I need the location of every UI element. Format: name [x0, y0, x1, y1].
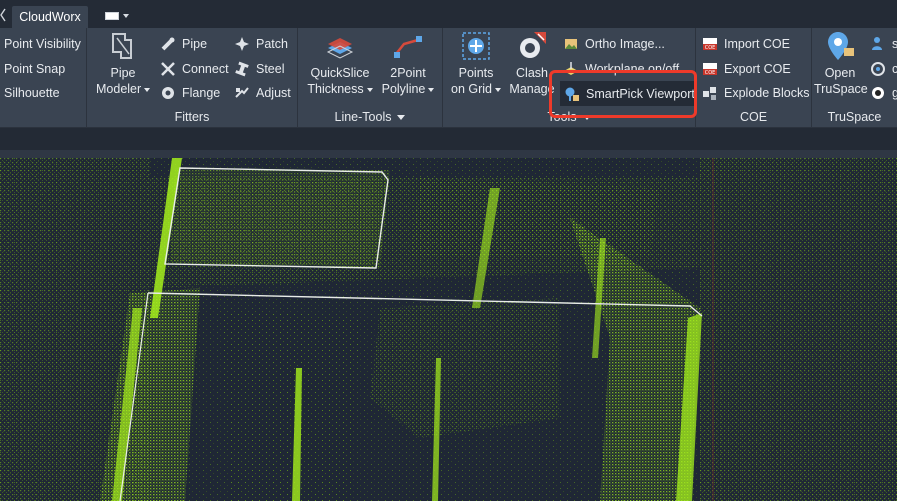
2point-polyline-button[interactable]: 2Point Polyline — [380, 30, 436, 97]
adjust-icon — [235, 87, 249, 98]
point-snap-label: Point Snap — [4, 62, 66, 76]
capture-icon — [871, 62, 885, 76]
explode-blocks-button[interactable]: Explode Blocks — [702, 83, 809, 103]
chevron-down-icon — [397, 115, 406, 121]
truspace-tool-3-label: g — [892, 86, 897, 100]
tab-options-dropdown[interactable] — [105, 9, 137, 23]
export-coe-icon: COE — [703, 63, 717, 76]
point-cloud-viewport[interactable] — [0, 158, 897, 501]
export-coe-button[interactable]: COE Export COE — [702, 59, 791, 79]
points-on-grid-button[interactable]: Points on Grid — [451, 30, 501, 97]
quickslice-thickness-button[interactable]: QuickSlice Thickness — [306, 30, 374, 97]
panel-point-display: Point Visibility Point Snap Silhouette — [0, 28, 87, 128]
points-on-grid-label-1: Points — [458, 66, 494, 80]
chevron-down-icon — [123, 14, 129, 18]
chevron-down-icon — [144, 87, 151, 92]
highlight-frame — [549, 70, 697, 118]
pipe-button[interactable]: Pipe — [160, 34, 207, 54]
pipe-modeler-button[interactable]: Pipe Modeler — [96, 30, 151, 97]
pipe-icon — [161, 37, 175, 51]
flange-button[interactable]: Flange — [160, 83, 220, 103]
pipe-label: Pipe — [182, 37, 208, 51]
person-icon — [872, 37, 882, 50]
ortho-image-icon — [565, 39, 577, 49]
point-snap-button[interactable]: Point Snap — [4, 59, 65, 79]
quickslice-label-2: Thickness — [307, 82, 364, 96]
import-coe-label: Import COE — [724, 37, 790, 51]
pipe-modeler-label-1: Pipe — [110, 66, 136, 80]
export-coe-label: Export COE — [724, 62, 791, 76]
import-coe-button[interactable]: COE Import COE — [702, 34, 790, 54]
quickslice-icon — [326, 38, 354, 59]
panel-truspace: Open TruSpace s c g TruSpace — [812, 28, 897, 128]
truspace-tool-1-label: s — [892, 37, 897, 51]
point-cloud-canvas[interactable] — [0, 158, 897, 501]
panel-title-fitters: Fitters — [174, 110, 210, 124]
panel-title-line-tools[interactable]: Line-Tools — [298, 109, 442, 125]
chevron-down-icon — [428, 87, 435, 92]
silhouette-label: Silhouette — [4, 86, 60, 100]
tab-options-icon — [105, 12, 119, 20]
chevron-down-icon — [366, 87, 373, 92]
tab-cloudworx[interactable]: CloudWorx — [12, 6, 88, 28]
chevron-down-icon — [495, 87, 501, 92]
panel-title-coe: COE — [739, 110, 768, 124]
explode-blocks-icon — [703, 87, 716, 100]
ortho-image-button[interactable]: Ortho Image... — [563, 34, 665, 54]
steel-button[interactable]: Steel — [234, 59, 285, 79]
clash-icon — [520, 32, 546, 58]
quickslice-label-1: QuickSlice — [310, 66, 370, 80]
connect-label: Connect — [182, 62, 229, 76]
2point-label-2: Polyline — [381, 82, 426, 96]
ribbon-tab-bar: CloudWorx — [0, 0, 897, 28]
patch-button[interactable]: Patch — [234, 34, 288, 54]
points-on-grid-icon — [462, 32, 490, 60]
panel-line-tools: QuickSlice Thickness 2Point Polyline Lin… — [298, 28, 443, 128]
2point-label-1: 2Point — [390, 66, 426, 80]
patch-icon — [235, 37, 249, 51]
2point-polyline-icon — [394, 36, 422, 58]
truspace-tool-3-button[interactable]: g — [870, 83, 897, 103]
ribbon: Point Visibility Point Snap Silhouette P… — [0, 28, 897, 128]
ribbon-footer-strip — [0, 128, 897, 150]
tab-scroll-left-icon[interactable] — [0, 8, 6, 22]
flange-label: Flange — [182, 86, 221, 100]
steel-label: Steel — [256, 62, 285, 76]
panel-coe: COE Import COE COE Export COE Explode Bl… — [696, 28, 812, 128]
point-visibility-button[interactable]: Point Visibility — [4, 34, 81, 54]
connect-button[interactable]: Connect — [160, 59, 229, 79]
import-coe-icon: COE — [703, 38, 717, 51]
panel-fitters: Pipe Modeler Pipe Connect Flange Patch S… — [87, 28, 298, 128]
open-truspace-label-1: Open — [824, 66, 856, 80]
adjust-label: Adjust — [256, 86, 291, 100]
pipe-modeler-label-2: Modeler — [96, 82, 142, 96]
pipe-modeler-icon — [112, 33, 132, 59]
file-tab-strip — [0, 150, 897, 158]
point-visibility-label: Point Visibility — [4, 37, 81, 51]
patch-label: Patch — [256, 37, 288, 51]
points-on-grid-label-2: on Grid — [451, 82, 492, 96]
truspace-tool-1-button[interactable]: s — [870, 34, 897, 54]
ortho-image-label: Ortho Image... — [585, 37, 665, 51]
open-truspace-button[interactable]: Open TruSpace — [814, 30, 868, 97]
open-truspace-label-2: TruSpace — [814, 82, 868, 96]
line-tools-title-label: Line-Tools — [334, 110, 392, 124]
explode-blocks-label: Explode Blocks — [724, 86, 810, 100]
steel-icon — [235, 61, 249, 77]
panel-title-truspace: TruSpace — [827, 110, 882, 124]
connect-icon — [161, 62, 175, 76]
silhouette-button[interactable]: Silhouette — [4, 83, 60, 103]
adjust-button[interactable]: Adjust — [234, 83, 291, 103]
open-truspace-icon — [828, 32, 854, 60]
flange-icon — [162, 87, 174, 99]
truspace-tool-2-label: c — [892, 62, 897, 76]
target-icon — [872, 87, 884, 99]
truspace-tool-2-button[interactable]: c — [870, 59, 897, 79]
svg-text:COE: COE — [705, 45, 716, 51]
svg-text:COE: COE — [705, 70, 716, 76]
